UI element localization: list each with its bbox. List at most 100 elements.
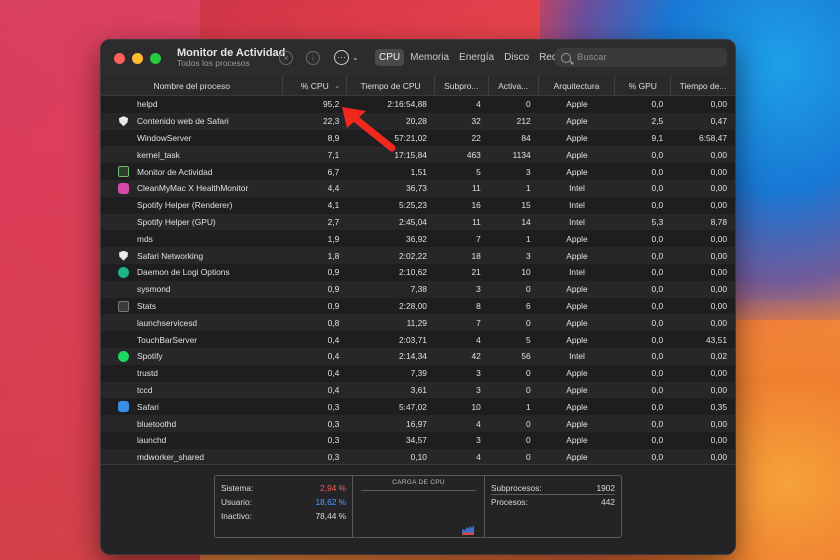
cpu-time: 2:03,71 xyxy=(399,334,427,345)
process-name: Contenido web de Safari xyxy=(137,116,229,127)
table-row[interactable]: launchd 0,3 34,57 3 0 Apple 0,0 0,00 xyxy=(101,432,735,449)
architecture-cell: Apple xyxy=(539,247,616,264)
column-header-gpu-time[interactable]: Tiempo de... xyxy=(671,76,735,95)
table-row[interactable]: mds 1,9 36,92 7 1 Apple 0,0 0,00 xyxy=(101,230,735,247)
gpu-time-cell: 0,47 xyxy=(671,113,735,130)
column-header-idle-wakeups[interactable]: Activa... xyxy=(489,76,539,95)
stat-subprocesos: Subprocesos: 1902 xyxy=(491,481,615,495)
cpu-time: 2:02,22 xyxy=(399,250,427,261)
gpu-time-cell: 0,00 xyxy=(671,382,735,399)
idle-wakeups: 14 xyxy=(521,216,531,227)
process-name-cell: sysmond xyxy=(101,281,283,298)
gpu-percent: 0,0 xyxy=(651,99,664,110)
process-name: launchservicesd xyxy=(137,317,198,328)
tab-disco[interactable]: Disco xyxy=(500,49,533,66)
table-row[interactable]: CleanMyMac X HealthMonitor 4,4 36,73 11 1 Int… xyxy=(101,179,735,197)
threads-count-cell: 22 xyxy=(435,130,489,147)
table-row[interactable]: Stats 0,9 2:28,00 8 6 Apple 0,0 0,00 xyxy=(101,298,735,315)
more-actions-button[interactable]: ··· ⌄ xyxy=(334,50,359,65)
table-row[interactable]: helpd 95,2 2:16:54,88 4 0 Apple 0,0 0,00 xyxy=(101,96,735,113)
table-row[interactable]: Safari Networking 1,8 2:02,22 18 3 Apple 0,0 0,… xyxy=(101,247,735,264)
annotation-arrow xyxy=(342,107,396,152)
cpu-percent: 4,1 xyxy=(327,200,340,211)
table-row[interactable]: Monitor de Actividad 6,7 1,51 5 3 Apple 0,0 0,0… xyxy=(101,163,735,180)
idle-wakeups: 0 xyxy=(525,284,531,295)
process-name-cell: Monitor de Actividad xyxy=(101,163,283,180)
gpu-percent-cell: 0,0 xyxy=(615,230,671,247)
table-row[interactable]: TouchBarServer 0,4 2:03,71 4 5 Apple 0,0 43,51 xyxy=(101,331,735,348)
table-row[interactable]: Spotify Helper (GPU) 2,7 2:45,04 11 14 Intel 5… xyxy=(101,213,735,231)
process-name-cell: WindowServer xyxy=(101,130,283,147)
table-row[interactable]: mdworker_shared 0,3 0,10 4 0 Apple 0,0 0,00 xyxy=(101,448,735,464)
architecture-cell: Apple xyxy=(539,382,616,399)
process-name-cell: Contenido web de Safari xyxy=(101,113,283,130)
gpu-time-cell: 0,00 xyxy=(671,264,735,281)
table-row[interactable]: WindowServer 8,9 57:21,02 22 84 Apple 9,1 6:58,… xyxy=(101,130,735,147)
threads-count-cell: 16 xyxy=(435,197,489,214)
zoom-button[interactable] xyxy=(150,52,161,64)
column-header-name[interactable]: Nombre del proceso xyxy=(101,76,284,95)
minimize-button[interactable] xyxy=(132,52,143,64)
gpu-time: 0,00 xyxy=(710,149,727,160)
threads-count-cell: 42 xyxy=(435,348,489,365)
tab-memoria[interactable]: Memoria xyxy=(406,49,453,66)
idle-wakeups: 10 xyxy=(521,267,531,278)
gpu-time-cell: 0,00 xyxy=(671,298,735,315)
gpu-time: 0,00 xyxy=(710,183,727,194)
gpu-time-cell: 0,00 xyxy=(671,314,735,331)
process-name-cell: CleanMyMac X HealthMonitor xyxy=(101,180,283,197)
table-row[interactable]: tccd 0,4 3,61 3 0 Apple 0,0 0,00 xyxy=(101,381,735,399)
column-header-cpu[interactable]: % CPU ⌄ xyxy=(283,76,348,95)
idle-wakeups: 0 xyxy=(525,452,531,463)
gpu-percent-cell: 0,0 xyxy=(615,365,671,382)
architecture: Apple xyxy=(566,334,588,345)
gpu-percent: 0,0 xyxy=(651,384,664,395)
table-row[interactable]: launchservicesd 0,8 11,29 7 0 Apple 0,0 0,00 xyxy=(101,314,735,332)
idle-wakeups-cell: 1 xyxy=(489,230,539,247)
gpu-percent-cell: 9,1 xyxy=(615,130,671,147)
table-row[interactable]: bluetoothd 0,3 16,97 4 0 Apple 0,0 0,00 xyxy=(101,415,735,432)
gpu-time: 0,00 xyxy=(710,284,727,295)
table-row[interactable]: Daemon de Logi Options 0,9 2:10,62 21 10 Inte… xyxy=(101,264,735,281)
process-name: mdworker_shared xyxy=(137,452,205,463)
cpu-time: 1,51 xyxy=(410,166,427,177)
architecture-cell: Apple xyxy=(539,281,616,298)
search-placeholder: Buscar xyxy=(577,52,607,63)
gpu-time: 0,00 xyxy=(710,452,727,463)
process-counts: Subprocesos: 1902 Procesos: 442 xyxy=(485,476,621,537)
table-row[interactable]: Contenido web de Safari 22,3 20,28 32 212 App… xyxy=(101,112,735,130)
column-header-gpu[interactable]: % GPU xyxy=(615,76,672,95)
column-header-cpu-time[interactable]: Tiempo de CPU xyxy=(347,76,435,95)
cpu-percent-cell: 0,3 xyxy=(283,415,347,432)
cpu-percent: 0,9 xyxy=(327,300,340,311)
gpu-time-cell: 0,35 xyxy=(671,398,735,415)
cpu-time-cell: 5:25,23 xyxy=(347,197,435,214)
threads-count-cell: 8 xyxy=(435,298,489,315)
tab-energia[interactable]: Energía xyxy=(455,49,498,66)
column-header-threads[interactable]: Subpro... xyxy=(435,76,489,95)
gpu-time: 8,78 xyxy=(710,216,727,227)
close-button[interactable] xyxy=(114,52,125,64)
table-row[interactable]: Spotify 0,4 2:14,34 42 56 Intel 0,0 0,02 xyxy=(101,347,735,365)
idle-wakeups-cell: 1 xyxy=(489,398,539,415)
cpu-time-cell: 11,29 xyxy=(347,314,435,331)
tab-cpu[interactable]: CPU xyxy=(375,49,405,66)
table-row[interactable]: Safari 0,3 5:47,02 10 1 Apple 0,0 0,35 xyxy=(101,398,735,415)
stop-process-icon[interactable]: ✕ xyxy=(279,51,293,65)
table-row[interactable]: trustd 0,4 7,39 3 0 Apple 0,0 0,00 xyxy=(101,365,735,382)
idle-wakeups-cell: 0 xyxy=(489,281,539,298)
stat-procesos-label: Procesos: xyxy=(491,497,528,507)
table-row[interactable]: kernel_task 7,1 17:15,84 463 1134 Apple 0,0 0,0… xyxy=(101,146,735,164)
table-row[interactable]: Spotify Helper (Renderer) 4,1 5:25,23 16 15 I… xyxy=(101,197,735,214)
cpu-time-cell: 3,61 xyxy=(347,382,435,399)
idle-wakeups: 1 xyxy=(525,183,531,194)
gpu-time-cell: 0,00 xyxy=(671,432,735,449)
threads-count: 463 xyxy=(466,149,481,160)
idle-wakeups-cell: 1 xyxy=(489,180,539,197)
process-name: sysmond xyxy=(137,284,171,295)
process-name-cell: launchd xyxy=(101,432,283,449)
column-header-architecture[interactable]: Arquitectura xyxy=(539,76,616,95)
table-row[interactable]: sysmond 0,9 7,38 3 0 Apple 0,0 0,00 xyxy=(101,280,735,298)
info-icon[interactable]: i xyxy=(306,51,320,65)
search-field[interactable]: Buscar xyxy=(555,48,727,67)
